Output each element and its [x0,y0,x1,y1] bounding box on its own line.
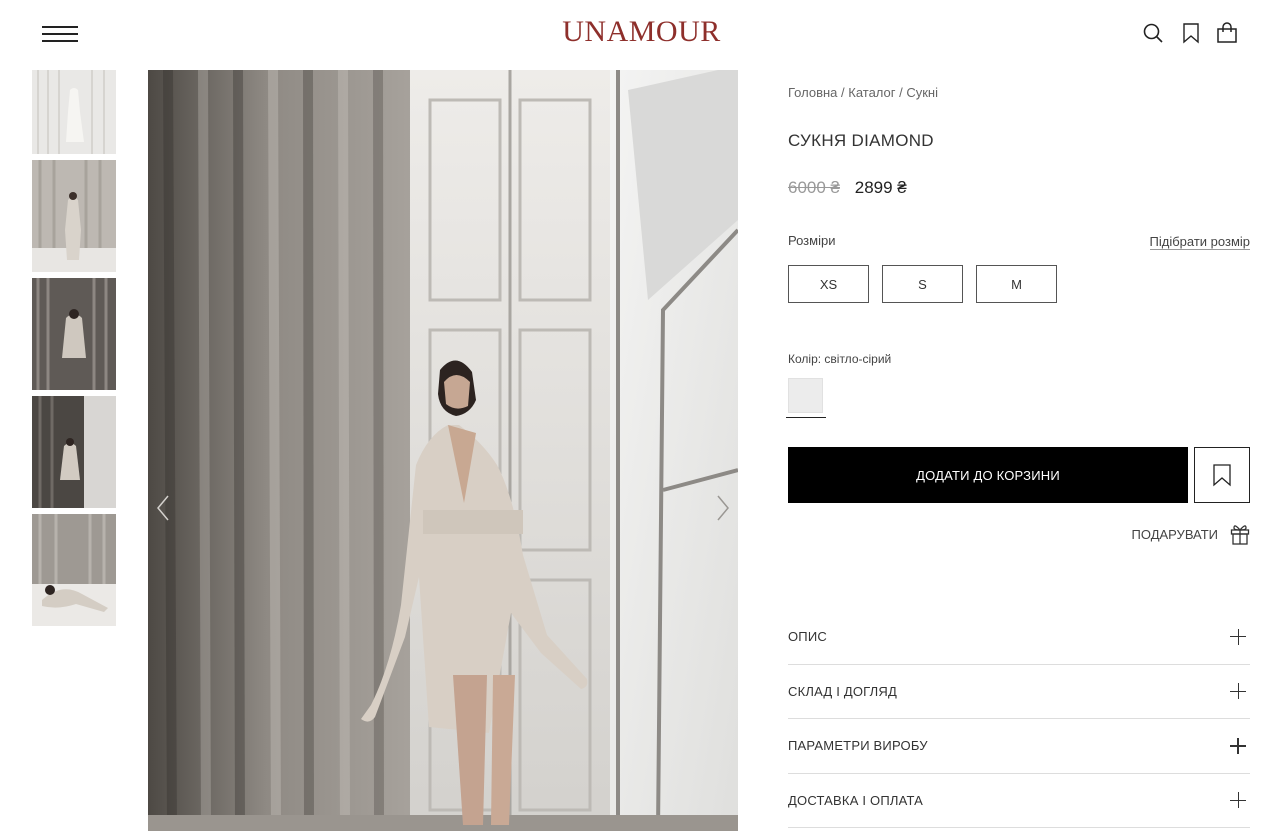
accordion-description[interactable]: ОПИС [788,610,1250,665]
product-main-image[interactable] [148,70,738,831]
shopping-bag-icon[interactable] [1215,21,1239,45]
add-to-cart-button[interactable]: ДОДАТИ ДО КОРЗИНИ [788,447,1188,503]
bookmark-icon[interactable] [1179,21,1203,45]
thumbnail-5[interactable] [32,514,116,626]
thumbnail-3[interactable] [32,278,116,390]
breadcrumb-current: Сукні [906,85,939,100]
size-selector: XS S M [788,265,1070,303]
breadcrumb-home[interactable]: Головна [788,85,837,100]
accordion-label: ОПИС [788,629,827,645]
site-logo[interactable]: UNAMOUR [0,15,1280,49]
product-details-accordion: ОПИС СКЛАД І ДОГЛЯД ПАРАМЕТРИ ВИРОБУ ДОС… [788,610,1250,828]
thumbnail-4[interactable] [32,396,116,508]
accordion-label: СКЛАД І ДОГЛЯД [788,683,897,699]
size-guide-link[interactable]: Підібрати розмір [1149,235,1250,250]
breadcrumb-separator: / [837,85,849,100]
breadcrumb-separator: / [895,85,907,100]
gift-label: ПОДАРУВАТИ [1131,526,1218,542]
accordion-product-parameters[interactable]: ПАРАМЕТРИ ВИРОБУ [788,719,1250,774]
accordion-label: ПАРАМЕТРИ ВИРОБУ [788,738,928,754]
plus-icon [1230,737,1246,754]
color-label: Колір: світло-сірий [788,352,892,366]
site-header: UNAMOUR [0,0,1280,68]
old-price: 6000 ₴ [788,178,840,197]
product-title: СУКНЯ DIAMOND [788,131,934,150]
gift-button[interactable]: ПОДАРУВАТИ [1132,523,1250,545]
search-icon[interactable] [1141,21,1165,45]
thumbnail-2[interactable] [32,160,116,272]
breadcrumb-catalog[interactable]: Каталог [848,85,895,100]
accordion-delivery-payment[interactable]: ДОСТАВКА І ОПЛАТА [788,774,1250,828]
price-block: 6000 ₴ 2899 ₴ [788,178,907,198]
current-price: 2899 ₴ [854,178,907,197]
size-button-m[interactable]: M [976,265,1057,303]
selected-swatch-indicator [786,417,826,418]
bookmark-icon [1213,464,1231,487]
thumbnail-1[interactable] [32,70,116,154]
accordion-label: ДОСТАВКА І ОПЛАТА [788,792,924,808]
chevron-right-icon[interactable] [710,490,734,526]
plus-icon [1230,792,1246,809]
gift-icon [1230,525,1250,545]
size-button-s[interactable]: S [882,265,963,303]
color-swatch-light-grey[interactable] [788,378,823,413]
wishlist-button[interactable] [1194,447,1250,503]
size-button-xs[interactable]: XS [788,265,869,303]
thumbnail-list [32,70,116,632]
sizes-label: Розміри [788,233,836,248]
breadcrumb: Головна / Каталог / Сукні [788,85,938,100]
plus-icon [1230,628,1246,645]
chevron-left-icon[interactable] [152,490,176,526]
plus-icon [1230,683,1246,700]
accordion-composition-care[interactable]: СКЛАД І ДОГЛЯД [788,665,1250,719]
